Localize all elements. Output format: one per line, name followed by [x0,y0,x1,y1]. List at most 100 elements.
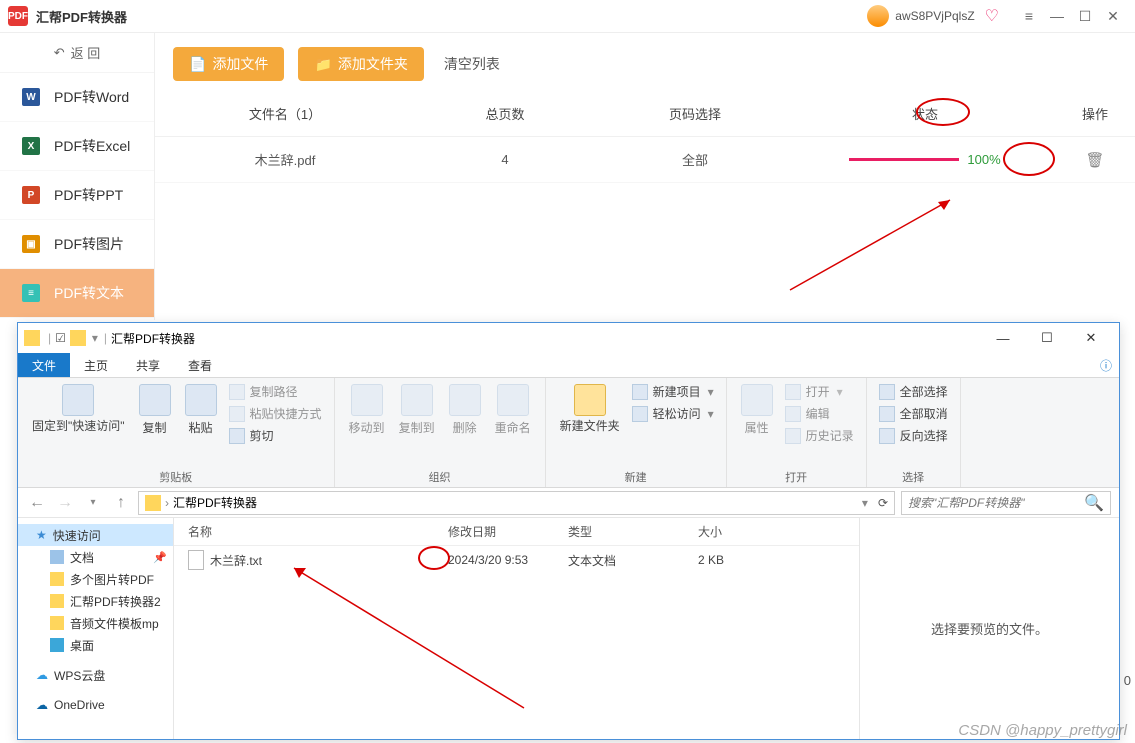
add-folder-button[interactable]: 📁添加文件夹 [298,47,423,81]
preview-placeholder: 选择要预览的文件。 [931,619,1048,638]
rename-icon [497,384,529,416]
rename-button[interactable]: 重命名 [491,382,535,438]
search-input[interactable] [908,496,1084,510]
clear-list-button[interactable]: 清空列表 [444,54,500,74]
refresh-icon[interactable]: ⟳ [878,496,888,510]
col-date[interactable]: 修改日期 [448,523,568,540]
file-explorer-window: | ☑ ▾ | 汇帮PDF转换器 — ☐ ✕ 文件 主页 共享 查看 ⓘ 固定到… [17,322,1120,740]
search-icon[interactable]: 🔍 [1084,493,1104,513]
paste-label: 粘贴 [189,419,213,436]
tab-share[interactable]: 共享 [122,353,174,377]
titlebar: PDF 汇帮PDF转换器 awS8PVjPqlsZ ♡ ≡ — ☐ ✕ [0,0,1135,33]
file-row[interactable]: 木兰辞.txt 2024/3/20 9:53 文本文档 2 KB [174,546,859,574]
sidebar-item-text[interactable]: ≡PDF转文本 [0,269,154,318]
sidebar-item-excel[interactable]: XPDF转Excel [0,122,154,171]
new-folder-button[interactable]: 新建文件夹 [556,382,624,435]
tree-quick-access[interactable]: ★快速访问 [18,524,173,546]
copy-button[interactable]: 复制 [135,382,175,438]
properties-button[interactable]: 属性 [737,382,777,438]
star-icon: ★ [36,528,47,542]
delete-button[interactable]: 删除 [445,382,485,438]
cell-pages: 4 [415,152,595,167]
tree-onedrive[interactable]: ☁OneDrive [18,694,173,716]
sidebar-item-ppt[interactable]: PPDF转PPT [0,171,154,220]
edit-button[interactable]: 编辑 [783,404,856,423]
avatar-icon[interactable] [867,5,889,27]
shortcut-icon [229,406,245,422]
copy-to-icon [401,384,433,416]
tree-desktop[interactable]: 桌面 [32,634,173,656]
nav-forward-icon[interactable]: → [54,492,76,514]
close-button[interactable]: ✕ [1099,2,1127,30]
col-status: 状态 [795,104,1055,123]
col-name[interactable]: 名称 [188,523,448,540]
menu-icon[interactable]: ≡ [1015,2,1043,30]
address-bar-row: ← → ▾ ↑ › 汇帮PDF转换器 ▾ ⟳ 🔍 [18,488,1119,518]
folder-icon [70,330,86,346]
cell-filename: 木兰辞.pdf [155,150,415,169]
paste-shortcut-button[interactable]: 粘贴快捷方式 [227,404,324,423]
move-to-button[interactable]: 移动到 [345,382,389,438]
explorer-minimize-button[interactable]: — [981,324,1025,352]
folder-icon [50,616,64,630]
tree-audio[interactable]: 音频文件模板mp [32,612,173,634]
delete-row-icon[interactable]: 🗑 [1085,152,1104,169]
edit-icon [785,406,801,422]
username: awS8PVjPqlsZ [895,9,974,23]
explorer-close-button[interactable]: ✕ [1069,324,1113,352]
back-label: 返 回 [71,43,101,62]
table-row[interactable]: 木兰辞.pdf 4 全部 100% 🗑 [155,137,1135,183]
tree-multi-image[interactable]: 多个图片转PDF [32,568,173,590]
paste-icon [185,384,217,416]
tree-converter[interactable]: 汇帮PDF转换器2 [32,590,173,612]
group-organize: 组织 [345,467,535,485]
tab-home[interactable]: 主页 [70,353,122,377]
explorer-maximize-button[interactable]: ☐ [1025,324,1069,352]
tree-documents[interactable]: 文档📌 [32,546,173,568]
copy-to-button[interactable]: 复制到 [395,382,439,438]
search-box[interactable]: 🔍 [901,491,1111,515]
cut-icon [229,428,245,444]
ribbon-help-icon[interactable]: ⓘ [1093,353,1119,377]
sidebar-item-label: PDF转Excel [54,136,130,156]
folder-icon [145,495,161,511]
select-all-button[interactable]: 全部选择 [877,382,950,401]
open-button[interactable]: 打开▾ [783,382,856,401]
history-icon [785,428,801,444]
copy-path-button[interactable]: 复制路径 [227,382,324,401]
heart-icon[interactable]: ♡ [985,6,999,26]
maximize-button[interactable]: ☐ [1071,2,1099,30]
select-none-button[interactable]: 全部取消 [877,404,950,423]
nav-back-icon[interactable]: ← [26,492,48,514]
pin-label: 固定到"快速访问" [32,419,125,433]
add-file-button[interactable]: 📄添加文件 [173,47,284,81]
sidebar-item-word[interactable]: WPDF转Word [0,73,154,122]
tree-wps-cloud[interactable]: ☁WPS云盘 [18,664,173,686]
col-size[interactable]: 大小 [698,523,808,540]
tab-view[interactable]: 查看 [174,353,226,377]
pin-icon: 📌 [153,551,167,564]
delete-icon [449,384,481,416]
breadcrumb-item: 汇帮PDF转换器 [173,494,257,511]
pin-to-quick-button[interactable]: 固定到"快速访问" [28,382,129,435]
nav-up-icon[interactable]: ↑ [110,492,132,514]
nav-recent-icon[interactable]: ▾ [82,492,104,514]
tab-file[interactable]: 文件 [18,353,70,377]
invert-selection-button[interactable]: 反向选择 [877,426,950,445]
explorer-title: 汇帮PDF转换器 [111,330,195,347]
new-item-button[interactable]: 新建项目▾ [630,382,716,401]
file-plus-icon: 📄 [189,56,206,73]
easy-access-button[interactable]: 轻松访问▾ [630,404,716,423]
text-icon: ≡ [22,284,40,302]
txt-file-icon [188,550,204,570]
breadcrumb[interactable]: › 汇帮PDF转换器 ▾ ⟳ [138,491,895,515]
file-date: 2024/3/20 9:53 [448,553,568,567]
cut-button[interactable]: 剪切 [227,426,324,445]
sidebar-item-image[interactable]: ▣PDF转图片 [0,220,154,269]
back-button[interactable]: ↶ 返 回 [0,33,154,73]
paste-button[interactable]: 粘贴 [181,382,221,438]
col-type[interactable]: 类型 [568,523,698,540]
history-button[interactable]: 历史记录 [783,426,856,445]
cloud-icon: ☁ [36,668,48,682]
minimize-button[interactable]: — [1043,2,1071,30]
